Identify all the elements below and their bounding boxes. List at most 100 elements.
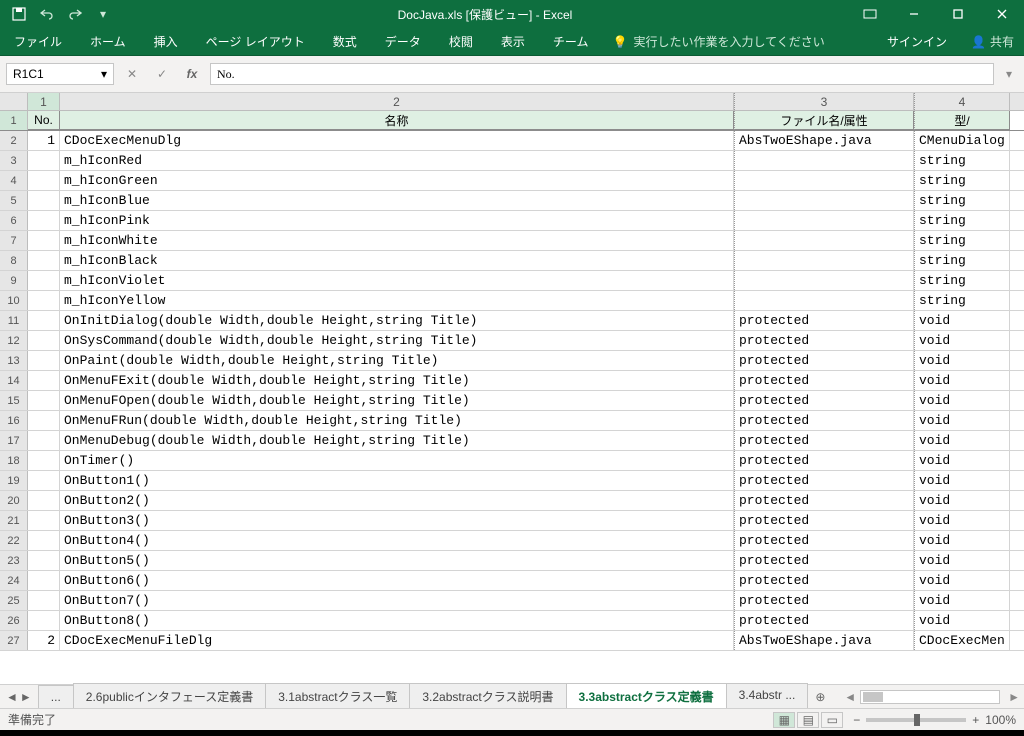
cell[interactable]: protected [734, 551, 914, 570]
zoom-out-button[interactable]: − [853, 713, 860, 727]
cell[interactable] [28, 551, 60, 570]
header-cell[interactable]: 型/ [914, 111, 1010, 130]
col-header[interactable]: 4 [914, 93, 1010, 110]
cell[interactable]: m_hIconWhite [60, 231, 734, 250]
cell[interactable]: void [914, 411, 1010, 430]
cell[interactable] [734, 191, 914, 210]
row-header[interactable]: 8 [0, 251, 28, 270]
header-cell[interactable]: ファイル名/属性 [734, 111, 914, 130]
cell[interactable] [28, 371, 60, 390]
cell[interactable]: protected [734, 451, 914, 470]
row-header[interactable]: 4 [0, 171, 28, 190]
col-header[interactable]: 3 [734, 93, 914, 110]
spreadsheet-grid[interactable]: 1 2 3 4 1 No. 名称 ファイル名/属性 型/ 2 1 CDocExe… [0, 93, 1024, 684]
row-header[interactable]: 17 [0, 431, 28, 450]
signin-link[interactable]: サインイン [873, 28, 961, 55]
cell[interactable]: string [914, 251, 1010, 270]
row-header[interactable]: 5 [0, 191, 28, 210]
row-header[interactable]: 12 [0, 331, 28, 350]
cell[interactable]: protected [734, 431, 914, 450]
cancel-formula-button[interactable]: ✕ [120, 63, 144, 85]
cell[interactable] [28, 151, 60, 170]
sheet-tab[interactable]: 3.4abstr ... [726, 683, 809, 711]
view-pagelayout-button[interactable]: ▤ [797, 712, 819, 728]
cell[interactable] [734, 211, 914, 230]
minimize-button[interactable] [892, 0, 936, 28]
hscroll-prev-icon[interactable]: ◄ [840, 690, 860, 704]
row-header[interactable]: 26 [0, 611, 28, 630]
sheet-tab[interactable]: 3.2abstractクラス説明書 [409, 683, 566, 711]
cell[interactable]: CDocExecMen [914, 631, 1010, 650]
sheet-tab[interactable]: 3.3abstractクラス定義書 [566, 683, 727, 711]
col-header[interactable]: 2 [60, 93, 734, 110]
tab-home[interactable]: ホーム [76, 28, 140, 55]
cell[interactable]: OnSysCommand(double Width,double Height,… [60, 331, 734, 350]
share-button[interactable]: 👤共有 [961, 28, 1024, 55]
cell[interactable]: OnButton7() [60, 591, 734, 610]
redo-button[interactable] [62, 3, 88, 25]
cell[interactable] [28, 511, 60, 530]
cell[interactable]: protected [734, 511, 914, 530]
cell[interactable]: m_hIconGreen [60, 171, 734, 190]
undo-button[interactable] [34, 3, 60, 25]
cell[interactable]: string [914, 171, 1010, 190]
horizontal-scrollbar[interactable] [860, 690, 1000, 704]
cell[interactable]: protected [734, 491, 914, 510]
cell[interactable]: m_hIconPink [60, 211, 734, 230]
cell[interactable]: CDocExecMenuDlg [60, 131, 734, 150]
tab-data[interactable]: データ [371, 28, 435, 55]
cell[interactable] [28, 291, 60, 310]
select-all-corner[interactable] [0, 93, 28, 110]
cell[interactable]: OnMenuDebug(double Width,double Height,s… [60, 431, 734, 450]
cell[interactable]: protected [734, 311, 914, 330]
qat-customize-icon[interactable]: ▾ [90, 3, 116, 25]
row-header[interactable]: 11 [0, 311, 28, 330]
add-sheet-button[interactable]: ⊕ [807, 690, 833, 704]
cell[interactable]: m_hIconBlack [60, 251, 734, 270]
cell[interactable]: protected [734, 471, 914, 490]
cell[interactable]: void [914, 371, 1010, 390]
row-header[interactable]: 9 [0, 271, 28, 290]
cell[interactable]: m_hIconBlue [60, 191, 734, 210]
cell[interactable]: 1 [28, 131, 60, 150]
row-header[interactable]: 6 [0, 211, 28, 230]
row-header[interactable]: 19 [0, 471, 28, 490]
cell[interactable] [28, 231, 60, 250]
row-header[interactable]: 20 [0, 491, 28, 510]
cell[interactable]: OnButton2() [60, 491, 734, 510]
cell[interactable]: void [914, 551, 1010, 570]
cell[interactable] [28, 451, 60, 470]
cell[interactable]: void [914, 591, 1010, 610]
cell[interactable] [734, 291, 914, 310]
cell[interactable]: m_hIconRed [60, 151, 734, 170]
cell[interactable] [734, 151, 914, 170]
formula-input[interactable]: No. [210, 63, 994, 85]
cell[interactable]: OnButton5() [60, 551, 734, 570]
cell[interactable]: OnMenuFExit(double Width,double Height,s… [60, 371, 734, 390]
tab-file[interactable]: ファイル [0, 28, 76, 55]
cell[interactable] [28, 571, 60, 590]
row-header[interactable]: 27 [0, 631, 28, 650]
row-header[interactable]: 24 [0, 571, 28, 590]
row-header[interactable]: 3 [0, 151, 28, 170]
row-header[interactable]: 21 [0, 511, 28, 530]
cell[interactable]: void [914, 571, 1010, 590]
cell[interactable] [734, 231, 914, 250]
tab-view[interactable]: 表示 [487, 28, 539, 55]
cell[interactable]: OnTimer() [60, 451, 734, 470]
cell[interactable]: OnButton3() [60, 511, 734, 530]
cell[interactable]: 2 [28, 631, 60, 650]
row-header[interactable]: 14 [0, 371, 28, 390]
sheet-tab-ellipsis[interactable]: ... [38, 685, 74, 708]
cell[interactable]: void [914, 451, 1010, 470]
cell[interactable]: CMenuDialog [914, 131, 1010, 150]
cell[interactable] [28, 531, 60, 550]
cell[interactable] [28, 431, 60, 450]
chevron-down-icon[interactable]: ▾ [101, 67, 107, 81]
cell[interactable] [28, 391, 60, 410]
row-header[interactable]: 1 [0, 111, 28, 130]
cell[interactable]: protected [734, 611, 914, 630]
cell[interactable]: protected [734, 391, 914, 410]
zoom-in-button[interactable]: + [972, 713, 979, 727]
cell[interactable] [28, 471, 60, 490]
